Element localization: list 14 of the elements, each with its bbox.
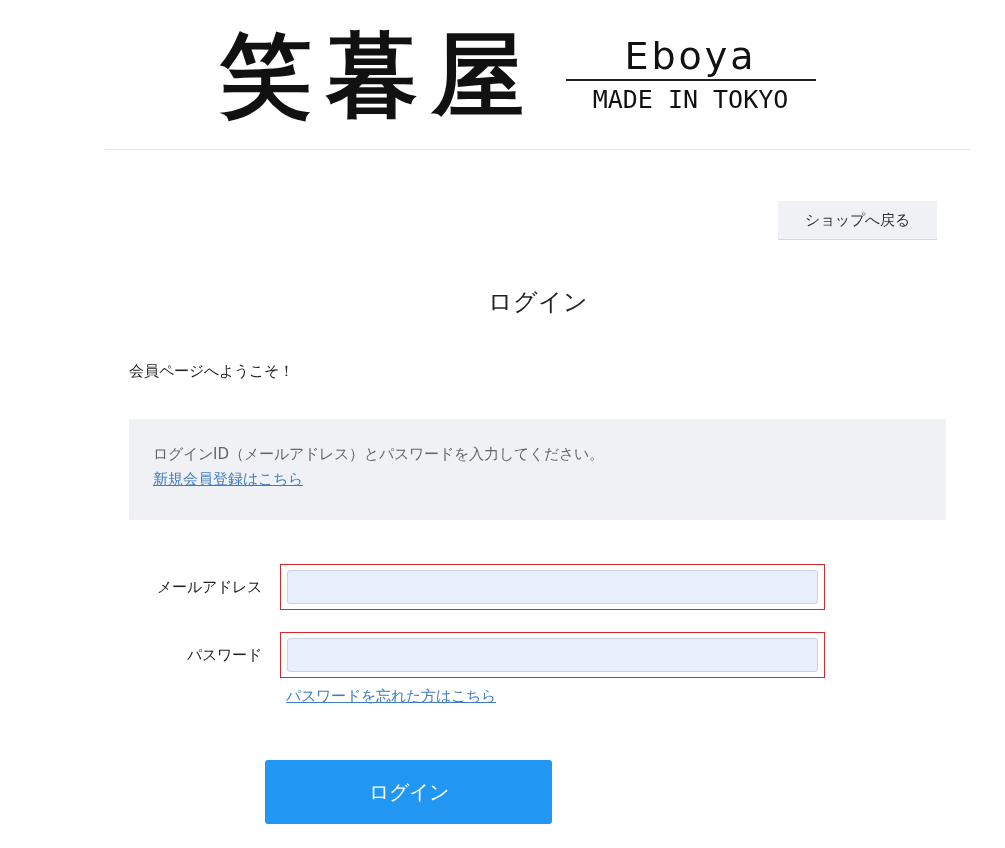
welcome-text: 会員ページへようこそ！ xyxy=(129,362,295,381)
logo-tagline: MADE IN TOKYO xyxy=(592,84,789,112)
page-title: ログイン xyxy=(486,287,589,318)
forgot-password-link[interactable]: パスワードを忘れた方はこちら xyxy=(286,687,496,705)
logo-name: Eboya xyxy=(624,37,757,79)
field-label: パスワード xyxy=(186,645,262,665)
login-button[interactable]: ログイン xyxy=(265,760,552,824)
register-link[interactable]: 新規会員登録はこちら xyxy=(153,470,303,489)
back-to-shop-button[interactable]: ショップへ戻る xyxy=(778,201,937,240)
input-field[interactable] xyxy=(280,632,825,678)
field-label: メールアドレス xyxy=(156,577,262,597)
input-field[interactable] xyxy=(280,564,825,610)
logo-kanji: 笑暮屋 xyxy=(219,28,538,121)
notice-text: ログインID（メールアドレス）とパスワードを入力してください。 xyxy=(153,445,605,464)
